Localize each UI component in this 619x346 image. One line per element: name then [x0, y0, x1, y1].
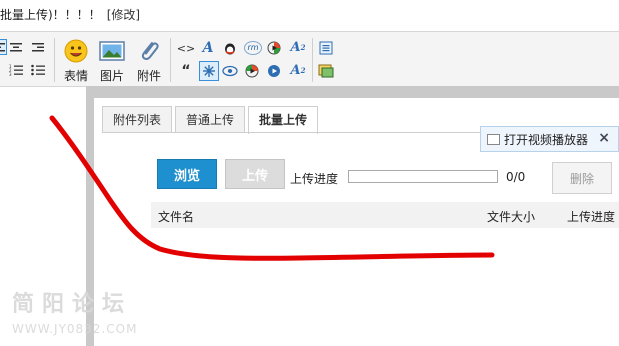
align-center-icon[interactable] — [8, 40, 24, 54]
emoticon-button[interactable]: 表情 — [58, 38, 94, 84]
page-break-icon[interactable] — [318, 41, 334, 55]
svg-text:3: 3 — [9, 72, 12, 76]
delete-button[interactable]: 删除 — [552, 162, 612, 194]
video-window-icon — [487, 133, 500, 145]
tab-attachment-list[interactable]: 附件列表 — [102, 106, 173, 133]
toolbar-divider — [312, 38, 313, 82]
code-icon[interactable]: <> — [177, 41, 195, 55]
image-icon — [99, 38, 125, 63]
file-list-header: 文件名 文件大小 上传进度 — [151, 202, 619, 228]
column-file-size: 文件大小 — [487, 210, 536, 224]
upload-tabs: 附件列表 普通上传 批量上传 — [102, 106, 321, 134]
image-label: 图片 — [99, 69, 124, 83]
column-file-name: 文件名 — [158, 210, 195, 224]
browse-button[interactable]: 浏览 — [157, 159, 217, 189]
superscript-letter: A — [290, 39, 301, 55]
superscript-digit: 2 — [300, 42, 306, 52]
qq-icon[interactable] — [222, 41, 238, 55]
subscript-digit: 2 — [300, 65, 306, 75]
tab-normal-upload[interactable]: 普通上传 — [175, 106, 246, 133]
video-link-icon[interactable] — [222, 64, 238, 78]
flash-icon[interactable] — [199, 61, 219, 81]
align-right-icon[interactable] — [30, 40, 46, 54]
font-style-icon[interactable]: A — [200, 41, 216, 55]
subscript-letter: A — [290, 62, 301, 78]
column-upload-progress: 上传进度 — [567, 210, 616, 224]
quote-icon[interactable]: “ — [178, 64, 194, 78]
upload-progress-bar — [348, 170, 498, 183]
open-video-player-button[interactable]: 打开视频播放器 × — [480, 126, 619, 152]
upload-panel: 附件列表 普通上传 批量上传 打开视频播放器 × 浏览 上传 上传进度 0/0 … — [94, 98, 619, 346]
open-video-player-label: 打开视频播放器 — [504, 132, 589, 147]
bullet-list-icon[interactable] — [30, 63, 46, 77]
watermark-title: 简阳论坛 — [12, 291, 133, 317]
attachment-label: 附件 — [136, 69, 161, 83]
smiley-icon — [63, 38, 89, 63]
forum-watermark: 简阳论坛 WWW.JY0832.COM — [12, 286, 137, 336]
watermark-url: WWW.JY0832.COM — [12, 322, 138, 336]
upload-progress-count: 0/0 — [506, 170, 526, 184]
upload-button[interactable]: 上传 — [225, 159, 285, 189]
attachment-button[interactable]: 附件 — [131, 38, 167, 84]
upload-progress-label: 上传进度 — [290, 172, 339, 186]
media-player-icon[interactable] — [266, 41, 282, 55]
image-button[interactable]: 图片 — [94, 38, 130, 84]
subscript-icon[interactable]: A2 — [290, 63, 306, 77]
post-title: 批量上传)！！！！ — [0, 8, 101, 22]
audio-player-icon[interactable] — [244, 64, 260, 78]
editor-toolbar: 123 表情 图片 附件 <> A rm A2 “ A 2 — [0, 31, 619, 87]
tab-batch-upload[interactable]: 批量上传 — [248, 106, 319, 134]
edit-link[interactable]: [修改] — [107, 8, 140, 22]
paperclip-icon — [136, 38, 162, 63]
numbered-list-icon[interactable]: 123 — [8, 63, 24, 77]
toolbar-divider — [54, 38, 55, 82]
insert-album-icon[interactable] — [318, 64, 334, 78]
emoticon-label: 表情 — [63, 69, 88, 83]
windows-media-icon[interactable] — [266, 64, 282, 78]
superscript-icon[interactable]: A2 — [290, 40, 306, 54]
toolbar-divider — [170, 38, 171, 82]
align-left-icon[interactable] — [0, 39, 7, 55]
close-icon[interactable]: × — [598, 130, 610, 146]
realmedia-icon[interactable]: rm — [244, 41, 262, 55]
post-title-line: 批量上传)！！！！ [修改] — [0, 6, 140, 22]
